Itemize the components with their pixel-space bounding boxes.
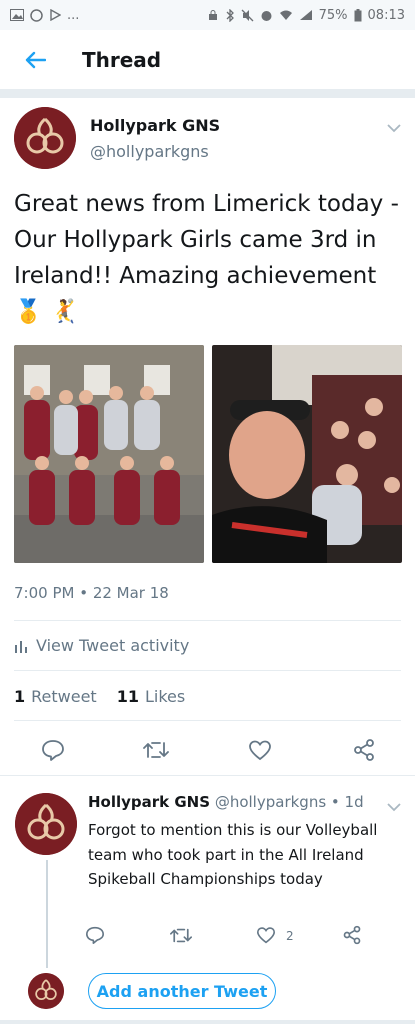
reply-retweet-button[interactable] — [170, 924, 192, 946]
reply-button[interactable] — [39, 736, 67, 764]
thread-connector-line — [46, 860, 48, 968]
battery-percent: 75% — [318, 7, 348, 23]
tweet-actions — [0, 736, 415, 766]
heart-icon — [256, 927, 276, 944]
alarm-icon — [261, 10, 272, 21]
tweet-photo-selfie[interactable] — [212, 345, 402, 563]
share-icon — [343, 925, 361, 945]
selfie-photo-image — [212, 345, 402, 563]
mute-icon — [241, 9, 254, 21]
school-logo-icon — [14, 107, 76, 169]
reply-share-button[interactable] — [341, 924, 363, 946]
status-more: ... — [67, 7, 80, 23]
divider-line — [14, 670, 401, 671]
add-another-tweet-button[interactable]: Add another Tweet — [88, 973, 276, 1009]
retweet-count[interactable]: 1 — [14, 687, 25, 706]
reply-author-handle[interactable]: @hollyparkgns — [215, 793, 326, 811]
status-time: 08:13 — [367, 7, 405, 23]
share-icon — [354, 739, 374, 761]
section-divider — [0, 775, 415, 776]
activity-label: View Tweet activity — [36, 636, 190, 655]
reply-icon — [42, 740, 64, 761]
school-logo-icon — [28, 973, 64, 1009]
bottom-divider — [0, 1020, 415, 1024]
header: Thread — [0, 30, 415, 90]
tweet-author-name[interactable]: Hollypark GNS — [90, 116, 220, 135]
avatar[interactable] — [14, 107, 76, 169]
arrow-left-icon — [25, 51, 46, 68]
reply-menu-button[interactable] — [387, 797, 401, 816]
chevron-down-icon — [387, 124, 401, 133]
retweet-button[interactable] — [142, 736, 170, 764]
divider-line — [14, 720, 401, 721]
status-left: ... — [10, 8, 79, 23]
battery-icon — [354, 8, 362, 21]
retweet-icon — [143, 742, 169, 758]
reply-header: Hollypark GNS @hollyparkgns • 1d — [88, 793, 364, 811]
tweet-text: Great news from Limerick today - Our Hol… — [14, 191, 399, 325]
compose-avatar — [28, 973, 64, 1009]
reply-author-name[interactable]: Hollypark GNS — [88, 793, 210, 811]
likes-count[interactable]: 11 — [117, 687, 139, 706]
reply-icon — [86, 926, 104, 944]
tweet-author-handle[interactable]: @hollyparkgns — [90, 142, 209, 161]
chevron-down-icon — [387, 803, 401, 812]
reply-like-button[interactable] — [255, 924, 277, 946]
reply-reply-button[interactable] — [84, 924, 106, 946]
page-title: Thread — [82, 47, 162, 72]
tweet-stats: 1 Retweet 11 Likes — [14, 687, 185, 706]
reply-actions — [0, 924, 415, 948]
retweet-icon — [170, 928, 192, 942]
analytics-icon — [15, 640, 27, 653]
lock-icon — [208, 10, 217, 20]
team-photo-image — [14, 345, 204, 563]
divider-line — [14, 620, 401, 621]
signal-icon — [299, 10, 312, 20]
view-tweet-activity-link[interactable]: View Tweet activity — [14, 636, 189, 655]
school-logo-icon — [15, 793, 77, 855]
likes-label[interactable]: Likes — [145, 687, 185, 706]
back-button[interactable] — [0, 30, 70, 90]
like-button[interactable] — [246, 736, 274, 764]
status-right: 75% 08:13 — [207, 8, 405, 23]
gallery-icon — [10, 9, 24, 21]
reply-time: • 1d — [330, 793, 364, 811]
reply-avatar[interactable] — [15, 793, 77, 855]
play-icon — [50, 9, 61, 21]
tweet-menu-button[interactable] — [387, 118, 401, 137]
status-bar: ... 75% 08:13 — [0, 0, 415, 30]
header-divider — [0, 90, 415, 98]
wifi-icon — [279, 10, 292, 20]
tweet-timestamp: 7:00 PM • 22 Mar 18 — [14, 584, 169, 602]
reply-like-count: 2 — [286, 929, 294, 943]
reply-text: Forgot to mention this is our Volleyball… — [88, 821, 378, 888]
whatsapp-icon — [30, 8, 43, 22]
retweet-label[interactable]: Retweet — [31, 687, 97, 706]
tweet-photo-team[interactable] — [14, 345, 204, 563]
heart-icon — [249, 740, 271, 761]
bluetooth-icon — [226, 8, 234, 22]
share-button[interactable] — [350, 736, 378, 764]
